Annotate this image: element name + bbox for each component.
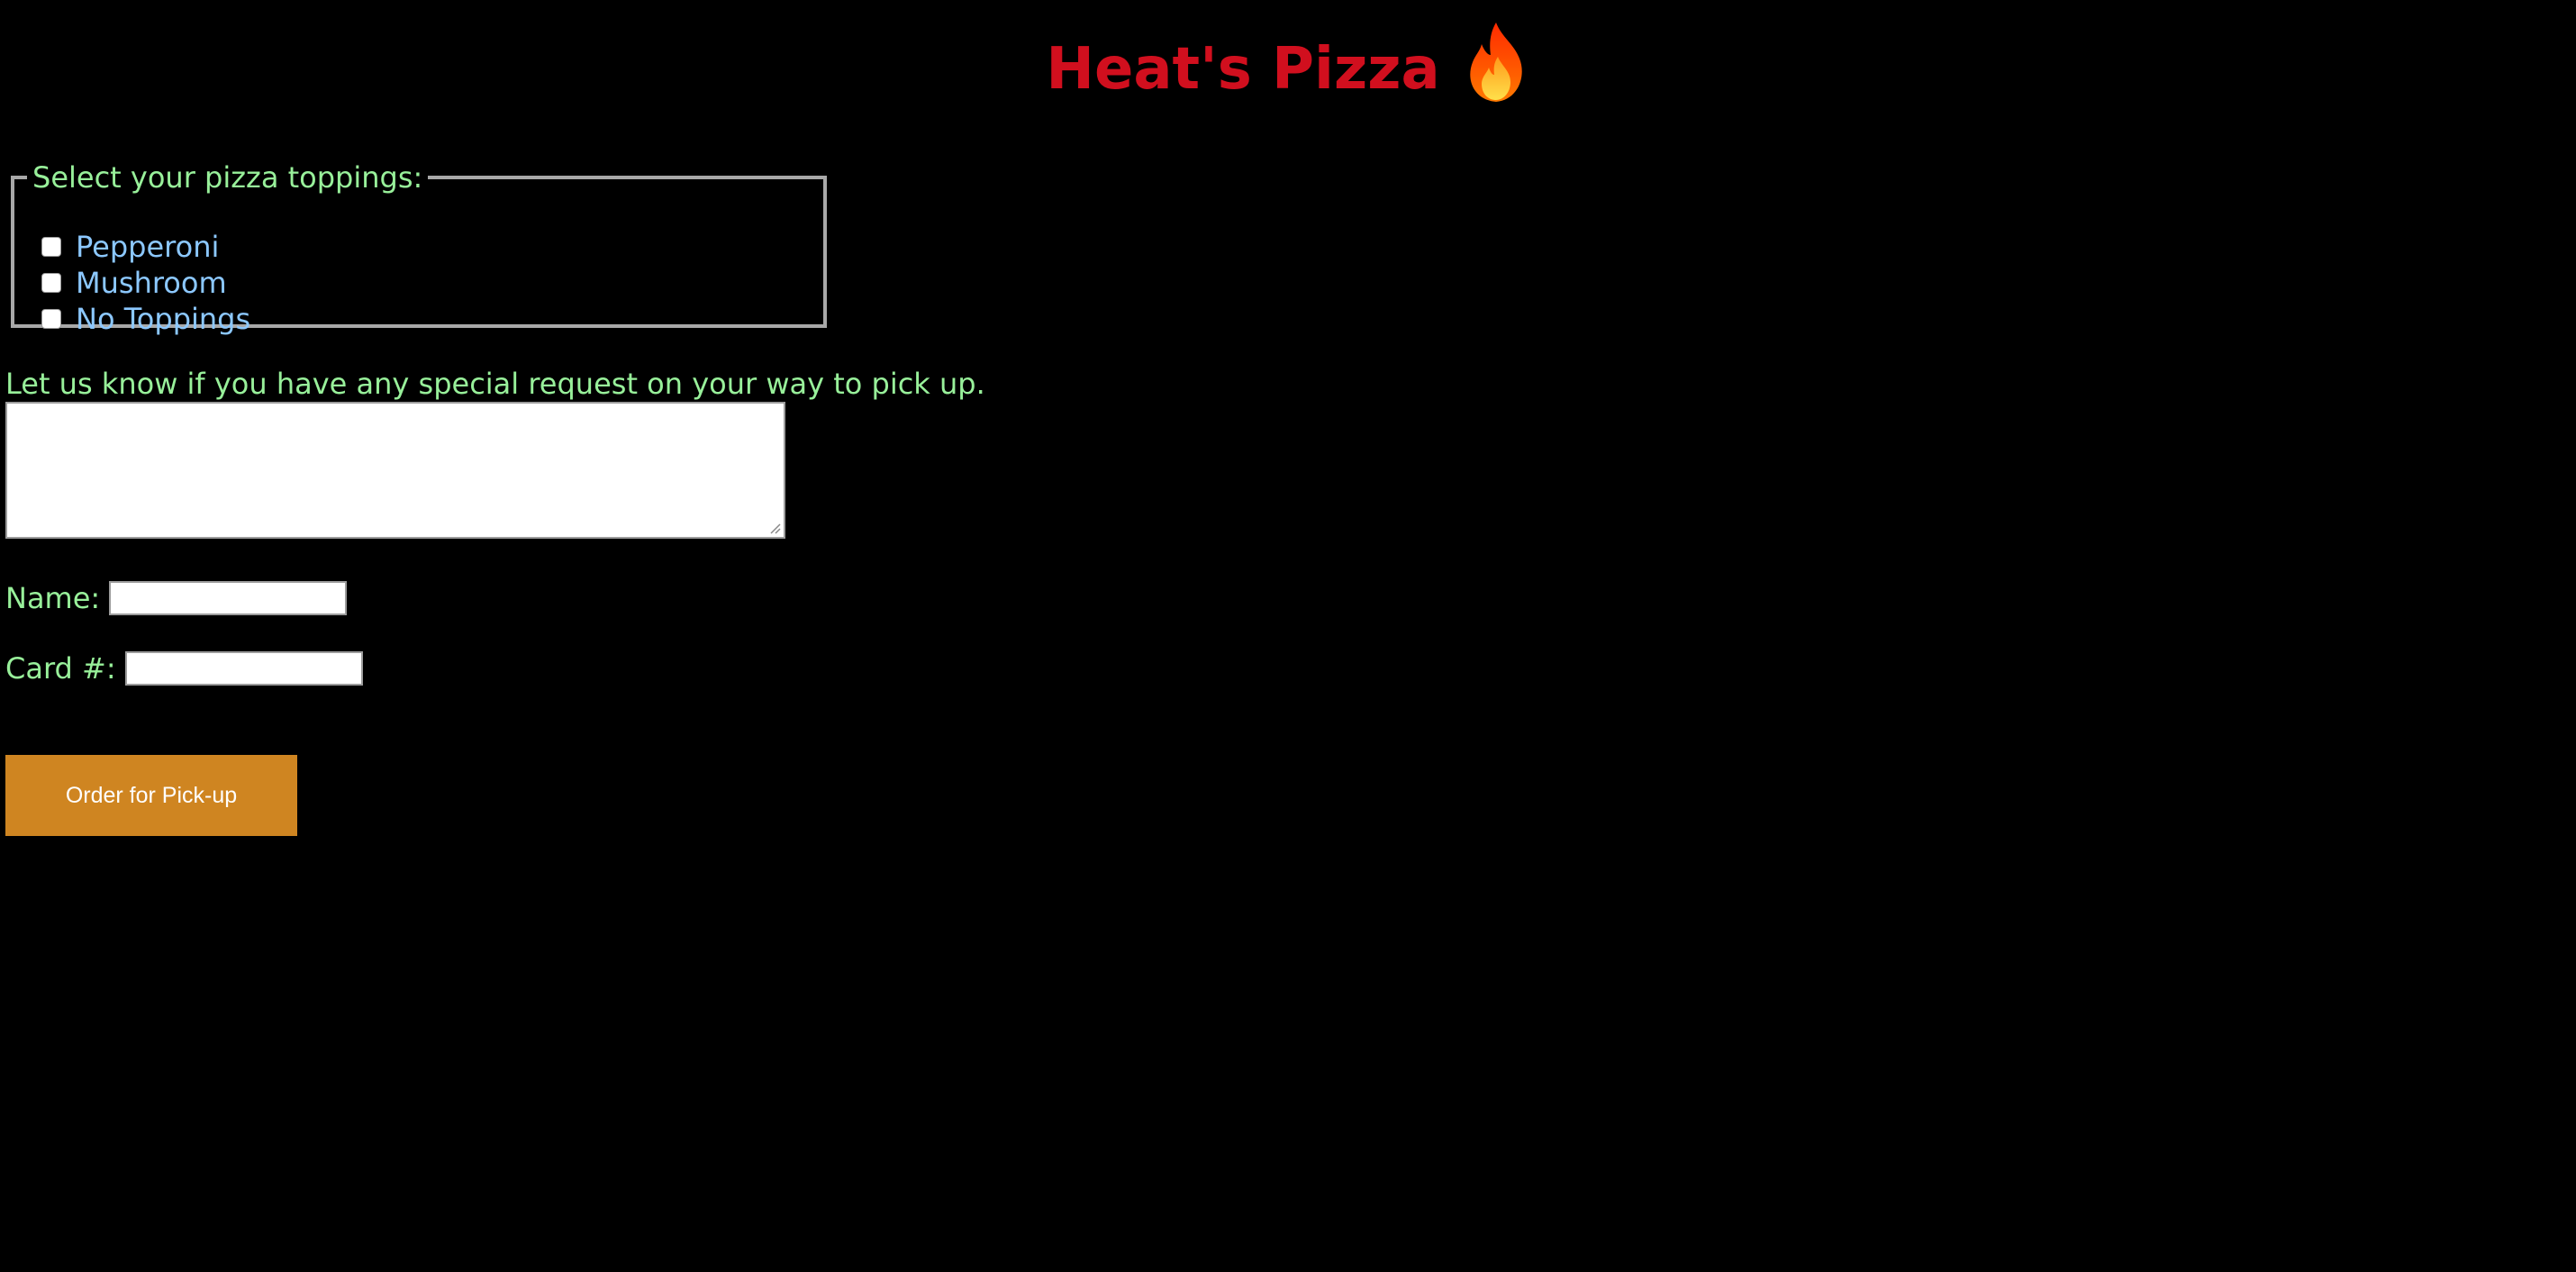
topping-option-mushroom[interactable]: Mushroom: [41, 265, 227, 301]
special-request-label: Let us know if you have any special requ…: [5, 367, 985, 401]
special-request-textarea[interactable]: [5, 402, 785, 539]
name-row: Name:: [5, 578, 348, 618]
no-toppings-checkbox[interactable]: [41, 309, 61, 329]
toppings-fieldset: Select your pizza toppings: Pepperoni Mu…: [11, 160, 827, 336]
name-label: Name:: [5, 581, 101, 615]
pepperoni-label[interactable]: Pepperoni: [76, 229, 219, 265]
pepperoni-checkbox[interactable]: [41, 237, 61, 257]
card-number-input[interactable]: [124, 651, 363, 686]
resize-handle-icon[interactable]: [768, 522, 781, 534]
pizza-order-page: Heat's Pizza Select your pizza toppings:…: [0, 0, 2576, 1272]
mushroom-label[interactable]: Mushroom: [76, 265, 227, 301]
page-title: Heat's Pizza: [1046, 36, 1440, 103]
toppings-legend: Select your pizza toppings:: [32, 160, 423, 195]
fire-icon: [1469, 23, 1522, 102]
order-for-pickup-button[interactable]: Order for Pick-up: [5, 755, 297, 836]
card-number-label: Card #:: [5, 651, 116, 686]
no-toppings-label[interactable]: No Toppings: [76, 301, 250, 337]
topping-option-pepperoni[interactable]: Pepperoni: [41, 229, 219, 265]
mushroom-checkbox[interactable]: [41, 273, 61, 293]
header: Heat's Pizza: [0, 20, 2576, 119]
topping-option-no-toppings[interactable]: No Toppings: [41, 301, 250, 337]
card-row: Card #:: [5, 649, 363, 688]
name-input[interactable]: [109, 581, 348, 615]
